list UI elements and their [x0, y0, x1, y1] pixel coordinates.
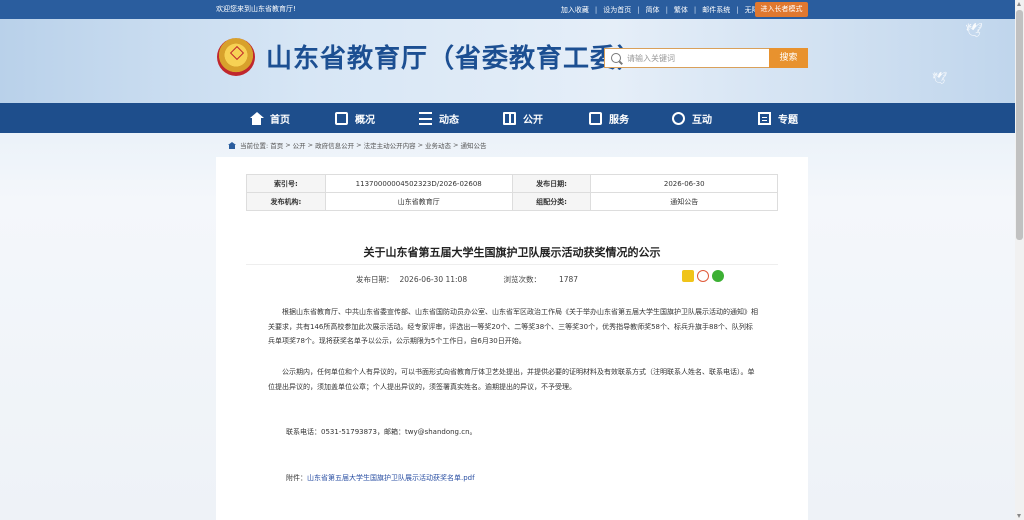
org-label: 发布机构:: [246, 192, 326, 211]
weibo-share-icon[interactable]: [697, 270, 709, 282]
org-value: 山东省教育厅: [324, 192, 513, 211]
breadcrumb-arrow: >: [307, 141, 314, 149]
nav-overview[interactable]: 概况: [335, 103, 375, 133]
breadcrumb-business[interactable]: 业务动态: [425, 140, 451, 150]
article-title: 关于山东省第五届大学生国旗护卫队展示活动获奖情况的公示: [363, 246, 661, 259]
topic-icon: [758, 111, 771, 125]
search-icon: [611, 53, 621, 63]
add-favorite-link[interactable]: 加入收藏: [555, 5, 595, 15]
home-icon: [250, 111, 264, 125]
share-bar: [682, 270, 727, 282]
article-paragraph: 公示期内，任何单位和个人有异议的，可以书面形式向省教育厅体卫艺处提出，并提供必要…: [268, 368, 755, 391]
simplified-link[interactable]: 简体: [640, 5, 666, 15]
contact-info: 联系电话：0531-51793873，邮箱：twy@shandong.cn。: [286, 428, 477, 436]
views-label: 浏览次数：: [503, 275, 541, 284]
dove-icon: 🕊: [932, 71, 948, 85]
scroll-up-icon[interactable]: [1017, 2, 1021, 6]
nav-disclosure[interactable]: 公开: [503, 103, 543, 133]
breadcrumb-notice[interactable]: 通知公告: [460, 140, 486, 150]
breadcrumb: 当前位置: 首页 > 公开 > 政府信息公开 > 法定主动公开内容 > 业务动态 > 通知…: [228, 140, 488, 150]
breadcrumb-arrow: >: [285, 141, 291, 149]
nav-label: 首页: [270, 114, 290, 126]
breadcrumb-arrow: >: [453, 141, 459, 149]
set-homepage-link[interactable]: 设为首页: [597, 5, 637, 15]
scroll-thumb[interactable]: [1016, 10, 1023, 240]
attachment-label: 附件：: [286, 474, 307, 482]
traditional-link[interactable]: 繁体: [668, 5, 694, 15]
welcome-text: 欢迎您来到山东省教育厅!: [216, 5, 296, 13]
category-value: 通知公告: [590, 192, 778, 211]
breadcrumb-arrow: >: [417, 141, 424, 149]
dove-icon: 🕊: [965, 23, 983, 39]
nav-label: 公开: [523, 114, 543, 126]
attachment: 附件：山东省第五届大学生国旗护卫队展示活动获奖名单.pdf: [286, 473, 475, 483]
attachment-link[interactable]: 山东省第五届大学生国旗护卫队展示活动获奖名单.pdf: [307, 474, 475, 482]
site-header: 山东省教育厅（省委教育工委） 搜索 🕊 🕊: [0, 19, 1024, 103]
nav-label: 服务: [609, 114, 629, 126]
top-bar: 欢迎您来到山东省教育厅! 加入收藏| 设为首页| 简体| 繁体| 邮件系统| 无…: [0, 0, 1024, 19]
publish-label: 发布日期：: [356, 275, 394, 284]
breadcrumb-home[interactable]: 首页: [270, 140, 283, 150]
nav-label: 互动: [692, 114, 712, 126]
mail-system-link[interactable]: 邮件系统: [696, 5, 736, 15]
nav-service[interactable]: 服务: [589, 103, 629, 133]
interaction-icon: [672, 111, 685, 125]
breadcrumb-statutory[interactable]: 法定主动公开内容: [364, 140, 416, 150]
breadcrumb-label: 当前位置:: [240, 142, 269, 150]
nav-topic[interactable]: 专题: [758, 103, 798, 133]
date-label: 发布日期:: [511, 174, 592, 193]
nav-label: 动态: [439, 114, 459, 126]
title-divider: [246, 264, 778, 265]
search-input[interactable]: [627, 50, 767, 66]
index-label: 索引号:: [246, 174, 326, 193]
breadcrumb-gov-info[interactable]: 政府信息公开: [315, 140, 354, 150]
category-label: 组配分类:: [511, 192, 592, 211]
nav-label: 概况: [355, 114, 375, 126]
nav-label: 专题: [778, 114, 798, 126]
article-info: 发布日期： 2026-06-30 11:08 浏览次数： 1787: [356, 274, 584, 285]
breadcrumb-disclosure[interactable]: 公开: [293, 140, 306, 150]
scroll-down-icon[interactable]: [1017, 514, 1021, 518]
page-scrollbar[interactable]: [1015, 0, 1024, 520]
wechat-share-icon[interactable]: [712, 270, 724, 282]
nav-news[interactable]: 动态: [419, 103, 459, 133]
news-icon: [419, 111, 432, 125]
service-icon: [589, 111, 602, 125]
nav-interaction[interactable]: 互动: [672, 103, 712, 133]
site-title[interactable]: 山东省教育厅（省委教育工委）: [266, 39, 644, 79]
search-button[interactable]: 搜索: [769, 48, 808, 68]
top-links: 加入收藏| 设为首页| 简体| 繁体| 邮件系统| 无障碍浏览|: [555, 0, 788, 19]
index-value: 11370000004502323D/2026-02608: [324, 174, 513, 193]
views-value: 1787: [558, 275, 579, 284]
search-box: [604, 48, 770, 68]
meta-table: 索引号: 11370000004502323D/2026-02608 发布日期:…: [246, 174, 778, 211]
home-icon: [228, 141, 236, 149]
elder-mode-button[interactable]: 进入长者模式: [755, 2, 808, 17]
national-emblem-icon: [217, 38, 255, 76]
date-value: 2026-06-30: [590, 174, 778, 193]
article-panel: 索引号: 11370000004502323D/2026-02608 发布日期:…: [216, 157, 808, 520]
qzone-share-icon[interactable]: [682, 270, 694, 282]
nav-home[interactable]: 首页: [250, 103, 290, 133]
overview-icon: [335, 111, 348, 125]
publish-value: 2026-06-30 11:08: [399, 275, 468, 284]
disclosure-icon: [503, 111, 516, 125]
main-nav: 首页 概况 动态 公开 服务 互动 专题: [0, 103, 1024, 133]
breadcrumb-arrow: >: [356, 141, 362, 149]
article-paragraph: 根据山东省教育厅、中共山东省委宣传部、山东省国防动员办公室、山东省军区政治工作局…: [268, 308, 758, 345]
